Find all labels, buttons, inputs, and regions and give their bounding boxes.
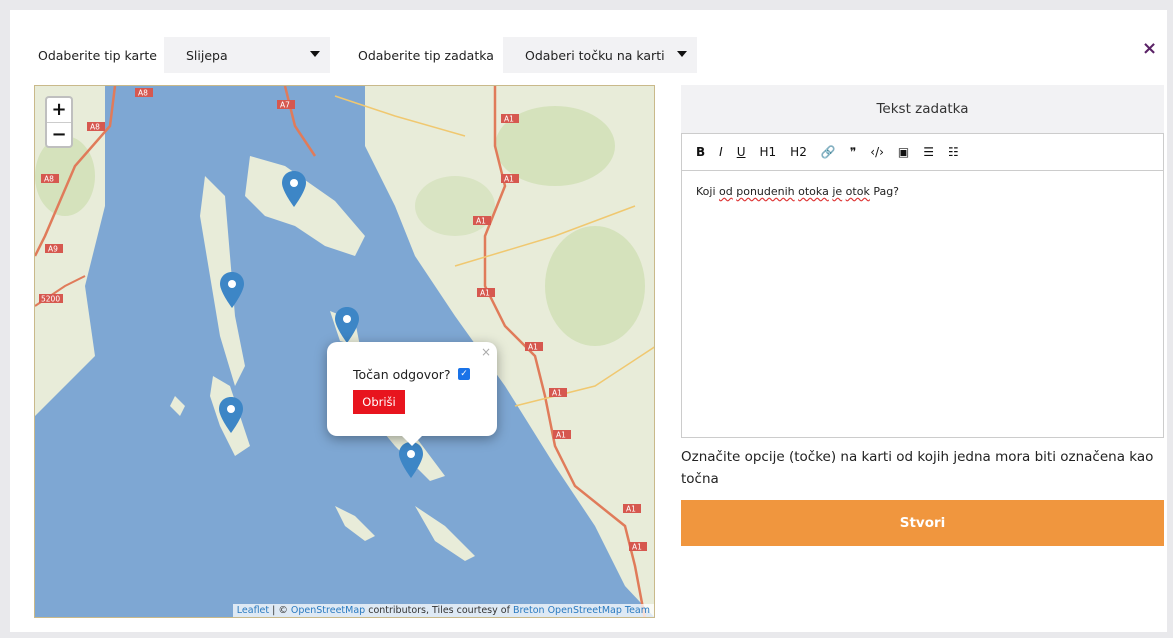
editor-toolbar: B I U H1 H2 🔗 ❞ ‹/› ▣ ☰ ☷ bbox=[681, 133, 1164, 171]
map-view[interactable]: A8 A8 A7 A8 A1 A1 A1 A1 A1 A1 A1 A1 A1 A… bbox=[34, 85, 655, 618]
road-label: A9 bbox=[48, 245, 58, 254]
image-icon[interactable]: ▣ bbox=[898, 145, 909, 159]
osm-link[interactable]: OpenStreetMap bbox=[291, 605, 365, 616]
correct-answer-checkbox[interactable]: ✓ bbox=[458, 368, 470, 380]
breton-link[interactable]: Breton OpenStreetMap Team bbox=[513, 605, 650, 616]
map-attribution: Leaflet | © OpenStreetMap contributors, … bbox=[232, 604, 654, 617]
editor-text: otoka bbox=[798, 185, 829, 198]
quote-icon[interactable]: ❞ bbox=[850, 145, 856, 159]
zoom-out-button[interactable]: − bbox=[47, 122, 71, 146]
link-icon[interactable]: 🔗 bbox=[821, 145, 836, 159]
editor-text: je bbox=[832, 185, 843, 198]
editor-text: Pag? bbox=[869, 185, 900, 198]
editor-text: ponudenih bbox=[736, 185, 795, 198]
task-type-value: Odaberi točku na karti bbox=[525, 47, 665, 63]
map-marker-icon[interactable] bbox=[399, 442, 423, 478]
attribution-text: | © bbox=[269, 605, 291, 616]
road-label: A1 bbox=[480, 289, 490, 298]
editor-text: Koji bbox=[696, 185, 720, 198]
close-icon[interactable]: × bbox=[1142, 40, 1157, 58]
map-type-select[interactable]: Slijepa bbox=[164, 37, 330, 73]
road-label: A1 bbox=[504, 175, 514, 184]
task-modal: × Odaberite tip karte Slijepa Odaberite … bbox=[10, 10, 1167, 632]
h1-button[interactable]: H1 bbox=[760, 145, 777, 159]
code-icon[interactable]: ‹/› bbox=[870, 145, 884, 159]
road-label: A1 bbox=[476, 217, 486, 226]
bullet-list-icon[interactable]: ☷ bbox=[948, 145, 959, 159]
road-label: 5200 bbox=[41, 295, 60, 304]
ordered-list-icon[interactable]: ☰ bbox=[923, 145, 934, 159]
road-label: A1 bbox=[632, 543, 642, 552]
chevron-down-icon bbox=[310, 51, 320, 57]
zoom-in-button[interactable]: + bbox=[47, 98, 71, 122]
road-label: A1 bbox=[626, 505, 636, 514]
road-label: A1 bbox=[528, 343, 538, 352]
task-type-label: Odaberite tip zadatka bbox=[358, 48, 494, 63]
create-button[interactable]: Stvori bbox=[681, 500, 1164, 546]
road-label: A8 bbox=[90, 123, 100, 132]
leaflet-link[interactable]: Leaflet bbox=[237, 605, 269, 616]
road-label: A1 bbox=[552, 389, 562, 398]
attribution-text: contributors, Tiles courtesy of bbox=[365, 605, 513, 616]
map-marker-icon[interactable] bbox=[335, 307, 359, 343]
marker-popup: × Točan odgovor? ✓ Obriši bbox=[327, 342, 497, 446]
map-marker-icon[interactable] bbox=[219, 397, 243, 433]
popup-close-icon[interactable]: × bbox=[481, 345, 491, 359]
editor-text: otok bbox=[845, 185, 870, 198]
instruction-text: Označite opcije (točke) na karti od koji… bbox=[681, 449, 1154, 487]
road-label: A1 bbox=[556, 431, 566, 440]
map-marker-icon[interactable] bbox=[220, 272, 244, 308]
editor-text: od bbox=[719, 185, 733, 198]
task-text-editor[interactable]: Koji od ponudenih otoka je otok Pag? bbox=[681, 171, 1164, 438]
road-label: A7 bbox=[280, 101, 290, 110]
road-label: A8 bbox=[44, 175, 54, 184]
map-marker-icon[interactable] bbox=[282, 171, 306, 207]
h2-button[interactable]: H2 bbox=[790, 145, 807, 159]
correct-answer-label: Točan odgovor? bbox=[353, 367, 451, 382]
map-type-label: Odaberite tip karte bbox=[38, 48, 157, 63]
underline-button[interactable]: U bbox=[737, 145, 746, 159]
italic-button[interactable]: I bbox=[719, 145, 723, 159]
task-type-select[interactable]: Odaberi točku na karti bbox=[503, 37, 697, 73]
bold-button[interactable]: B bbox=[696, 145, 705, 159]
road-label: A1 bbox=[504, 115, 514, 124]
chevron-down-icon bbox=[677, 51, 687, 57]
map-type-value: Slijepa bbox=[186, 47, 228, 63]
zoom-control: + − bbox=[45, 96, 73, 148]
editor-title: Tekst zadatka bbox=[681, 85, 1164, 133]
road-label: A8 bbox=[138, 89, 148, 98]
delete-marker-button[interactable]: Obriši bbox=[353, 390, 405, 414]
